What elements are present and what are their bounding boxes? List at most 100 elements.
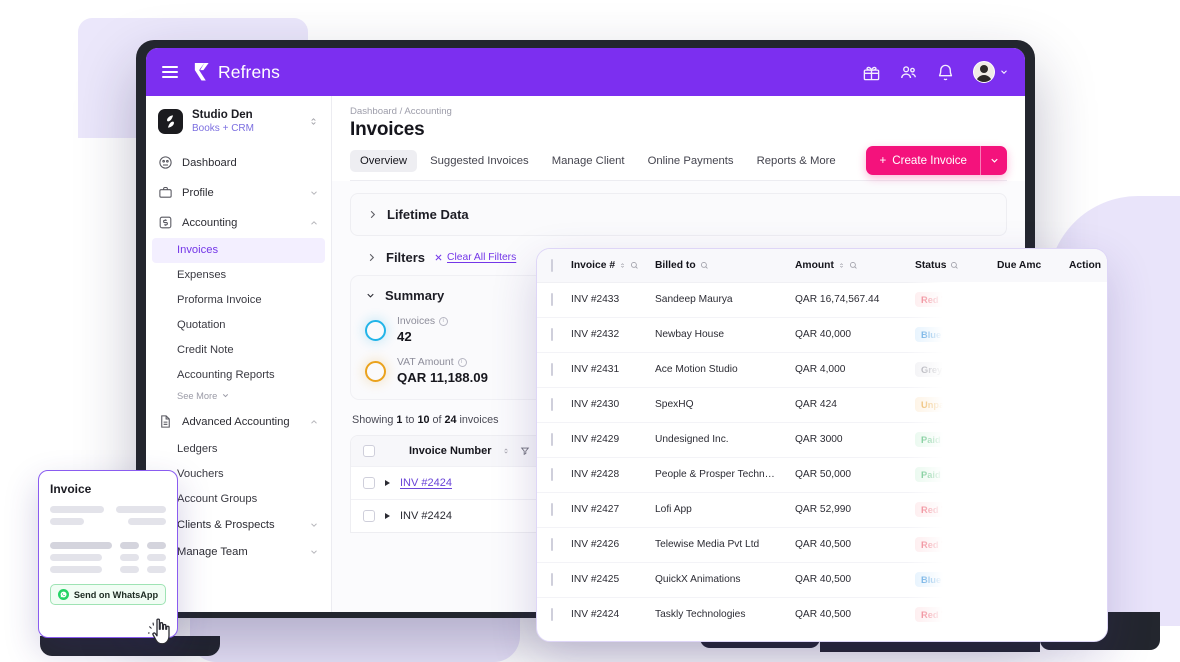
funnel-icon[interactable] bbox=[520, 446, 530, 456]
sort-icon[interactable] bbox=[502, 446, 510, 456]
hamburger-icon[interactable] bbox=[162, 66, 178, 78]
sidebar-item-advanced-accounting[interactable]: Advanced Accounting bbox=[146, 407, 331, 437]
tab-suggested-invoices[interactable]: Suggested Invoices bbox=[420, 150, 539, 172]
search-icon[interactable] bbox=[849, 261, 858, 270]
action-more[interactable]: ··· More bbox=[1090, 497, 1107, 522]
search-icon[interactable] bbox=[700, 261, 709, 270]
action-open[interactable]: Open bbox=[1026, 358, 1045, 382]
invoice-row[interactable]: INV #2429 Undesigned Inc. QAR 3000 Paid … bbox=[537, 422, 1107, 458]
info-icon[interactable] bbox=[457, 358, 467, 367]
action-view[interactable]: View bbox=[1030, 288, 1047, 312]
action-remind[interactable]: Remind bbox=[1047, 568, 1073, 592]
action-more[interactable]: ··· More bbox=[1090, 462, 1107, 487]
action-mark-paid[interactable]: Mark Paid bbox=[1073, 423, 1090, 456]
action-view[interactable]: View bbox=[1030, 393, 1047, 417]
row-checkbox[interactable] bbox=[551, 468, 553, 481]
sidebar-item-proforma-invoice[interactable]: Proforma Invoice bbox=[146, 288, 331, 313]
action-more[interactable]: ··· More bbox=[1090, 322, 1107, 347]
tab-overview[interactable]: Overview bbox=[350, 150, 418, 172]
sidebar-item-quotation[interactable]: Quotation bbox=[146, 313, 331, 338]
action-remind[interactable]: Remind bbox=[1047, 393, 1073, 417]
tab-manage-client[interactable]: Manage Client bbox=[542, 150, 635, 172]
row-checkbox[interactable] bbox=[551, 398, 553, 411]
sidebar-item-dashboard[interactable]: Dashboard bbox=[146, 148, 331, 178]
gift-icon[interactable] bbox=[862, 63, 881, 82]
invoice-link[interactable]: INV #2424 bbox=[400, 477, 452, 489]
chevron-right-icon[interactable] bbox=[366, 252, 377, 263]
people-icon[interactable] bbox=[899, 63, 918, 82]
action-more[interactable]: ··· More bbox=[1090, 567, 1107, 592]
row-checkbox[interactable] bbox=[551, 433, 553, 446]
action-mark-paid[interactable]: Mark Paid bbox=[1073, 283, 1090, 316]
row-checkbox[interactable] bbox=[551, 503, 553, 516]
sidebar-item-invoices[interactable]: Invoices bbox=[152, 237, 325, 263]
action-remind[interactable]: Remind bbox=[1047, 603, 1073, 627]
action-more[interactable]: ··· More bbox=[1090, 287, 1107, 312]
invoice-row[interactable]: INV #2432 Newbay House QAR 40,000 Blue T… bbox=[537, 317, 1107, 353]
action-more[interactable]: ··· More bbox=[1090, 357, 1107, 382]
action-view[interactable]: View bbox=[1030, 568, 1047, 592]
create-invoice-dropdown-button[interactable] bbox=[981, 146, 1007, 175]
select-all-checkbox[interactable] bbox=[551, 258, 553, 272]
action-remind[interactable]: Remind bbox=[1047, 498, 1073, 522]
sidebar-item-credit-note[interactable]: Credit Note bbox=[146, 338, 331, 363]
action-view[interactable]: View bbox=[1030, 603, 1047, 627]
action-remind[interactable]: Remind bbox=[1047, 323, 1073, 347]
search-icon[interactable] bbox=[630, 261, 639, 270]
invoice-row[interactable]: INV #2428 People & Prosper Techn… QAR 50… bbox=[537, 457, 1107, 493]
invoice-row[interactable]: INV #2424 Taskly Technologies QAR 40,500… bbox=[537, 597, 1107, 632]
lifetime-data-section[interactable]: Lifetime Data bbox=[350, 193, 1007, 236]
action-more[interactable]: ··· More bbox=[1090, 392, 1107, 417]
sidebar-item-profile[interactable]: Profile bbox=[146, 178, 331, 208]
invoice-row[interactable]: INV #2425 QuickX Animations QAR 40,500 B… bbox=[537, 562, 1107, 598]
action-edit[interactable]: Edit bbox=[1045, 358, 1058, 382]
action-mark-paid[interactable]: Mark Paid bbox=[1073, 388, 1090, 421]
action-remind[interactable]: Remind bbox=[1047, 463, 1073, 487]
info-icon[interactable] bbox=[439, 317, 449, 326]
row-checkbox[interactable] bbox=[551, 293, 553, 306]
sidebar-item-ledgers[interactable]: Ledgers bbox=[146, 437, 331, 462]
sort-icon[interactable] bbox=[838, 261, 845, 270]
action-more[interactable]: ··· More bbox=[1090, 427, 1107, 452]
action-mark-paid[interactable]: Mark Paid bbox=[1073, 598, 1090, 631]
search-icon[interactable] bbox=[950, 261, 959, 270]
create-invoice-button[interactable]: + Create Invoice bbox=[866, 146, 980, 175]
action-view[interactable]: View bbox=[1030, 323, 1047, 347]
sidebar-see-more[interactable]: See More bbox=[146, 388, 331, 407]
expand-row-icon[interactable] bbox=[385, 513, 390, 519]
invoice-row[interactable]: INV #2431 Ace Motion Studio QAR 4,000 Gr… bbox=[537, 352, 1107, 388]
action-remind[interactable]: Remind bbox=[1047, 288, 1073, 312]
row-checkbox[interactable] bbox=[363, 510, 375, 522]
action-mark-paid[interactable]: Mark Paid bbox=[1073, 493, 1090, 526]
row-checkbox[interactable] bbox=[551, 573, 553, 586]
tab-reports-more[interactable]: Reports & More bbox=[747, 150, 846, 172]
sort-icon[interactable] bbox=[619, 261, 626, 270]
action-remind[interactable]: Remind bbox=[1047, 428, 1073, 452]
row-checkbox[interactable] bbox=[363, 477, 375, 489]
action-remind[interactable]: Remind bbox=[1047, 533, 1073, 557]
send-on-whatsapp-button[interactable]: Send on WhatsApp bbox=[50, 584, 166, 605]
invoice-row[interactable]: INV #2426 Telewise Media Pvt Ltd QAR 40,… bbox=[537, 527, 1107, 563]
action-mark-paid[interactable]: Mark Paid bbox=[1073, 318, 1090, 351]
row-checkbox[interactable] bbox=[551, 608, 553, 622]
brand-logo[interactable]: Refrens bbox=[192, 62, 280, 83]
action-more[interactable]: ··· More bbox=[1090, 602, 1107, 627]
row-checkbox[interactable] bbox=[551, 363, 553, 376]
bell-icon[interactable] bbox=[936, 63, 955, 82]
tab-online-payments[interactable]: Online Payments bbox=[638, 150, 744, 172]
invoice-row[interactable]: INV #2433 Sandeep Maurya QAR 16,74,567.4… bbox=[537, 282, 1107, 318]
clear-all-filters-button[interactable]: Clear All Filters bbox=[434, 252, 516, 263]
row-checkbox[interactable] bbox=[551, 538, 553, 551]
action-duplicate[interactable]: Duplicate bbox=[1058, 358, 1090, 382]
action-view[interactable]: View bbox=[1030, 463, 1047, 487]
invoice-row[interactable]: INV #2430 SpexHQ QAR 424 Unpaid QAR 424 … bbox=[537, 387, 1107, 423]
sidebar-item-expenses[interactable]: Expenses bbox=[146, 263, 331, 288]
action-mark-paid[interactable]: Mark Paid bbox=[1073, 563, 1090, 596]
workspace-switcher[interactable]: Studio Den Books + CRM bbox=[146, 96, 331, 146]
action-view[interactable]: View bbox=[1030, 533, 1047, 557]
sidebar-item-accounting-reports[interactable]: Accounting Reports bbox=[146, 363, 331, 388]
row-checkbox[interactable] bbox=[551, 328, 553, 341]
sidebar-item-accounting[interactable]: Accounting bbox=[146, 208, 331, 238]
action-more[interactable]: ··· More bbox=[1090, 532, 1107, 557]
action-view[interactable]: View bbox=[1030, 428, 1047, 452]
